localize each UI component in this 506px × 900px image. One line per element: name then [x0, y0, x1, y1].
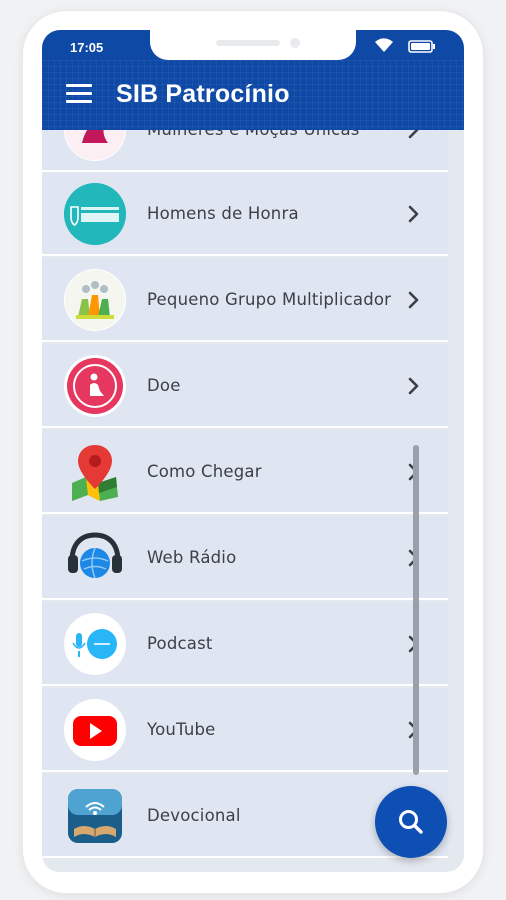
wifi-icon — [375, 38, 393, 52]
menu-icon[interactable] — [66, 84, 92, 106]
homens-de-honra-logo — [64, 183, 126, 245]
chevron-right-icon — [408, 377, 419, 395]
list-item-label: Doe — [147, 376, 181, 395]
list-item-label: Web Rádio — [147, 548, 237, 567]
list-item-como-chegar[interactable]: Como Chegar — [42, 430, 448, 514]
list-item-doe[interactable]: Doe — [42, 344, 448, 428]
list-item-label: Devocional — [147, 806, 241, 825]
status-bar: 17:05 — [42, 30, 464, 60]
youtube-icon — [64, 699, 126, 761]
search-button[interactable] — [375, 786, 447, 858]
app-screen: 17:05 SIB Patrocínio Homens de Honra Peq… — [42, 30, 464, 872]
headphones-globe-icon — [64, 527, 126, 589]
list-item-pequeno-grupo[interactable]: Pequeno Grupo Multiplicador — [42, 258, 448, 342]
chevron-right-icon — [408, 130, 419, 139]
list-item-homens-de-honra[interactable]: Homens de Honra — [42, 172, 448, 256]
list-item-mulheres[interactable]: Mulheres e Moças Únicas — [42, 130, 448, 172]
list-item-label: YouTube — [147, 720, 216, 739]
app-title: SIB Patrocínio — [116, 80, 290, 108]
camera-notch — [150, 30, 356, 60]
speaker-grille — [216, 40, 280, 46]
list-item-label: Podcast — [147, 634, 213, 653]
list-item-label: Homens de Honra — [147, 204, 299, 223]
bible-broadcast-icon — [64, 785, 126, 847]
women-ministry-icon — [64, 130, 126, 161]
list-item-label: Mulheres e Moças Únicas — [147, 130, 360, 139]
podcast-microphone-icon — [64, 613, 126, 675]
chevron-right-icon — [408, 205, 419, 223]
map-pin-icon — [64, 441, 126, 503]
front-camera — [290, 38, 300, 48]
scrollbar-track[interactable] — [452, 130, 464, 872]
list-item-youtube[interactable]: YouTube — [42, 688, 448, 772]
battery-icon — [408, 40, 435, 53]
list-item-label: Como Chegar — [147, 462, 262, 481]
app-bar: SIB Patrocínio — [42, 60, 464, 130]
list-item-label: Pequeno Grupo Multiplicador — [147, 290, 392, 309]
status-time: 17:05 — [70, 40, 104, 55]
search-icon — [399, 810, 423, 834]
small-group-icon — [64, 269, 126, 331]
chevron-right-icon — [408, 291, 419, 309]
menu-list[interactable]: Mulheres e Moças Únicas Homens de Honra — [42, 130, 452, 872]
list-item-web-radio[interactable]: Web Rádio — [42, 516, 448, 600]
donate-prayer-icon — [64, 355, 126, 417]
list-item-podcast[interactable]: Podcast — [42, 602, 448, 686]
scrollbar-thumb[interactable] — [413, 445, 419, 775]
